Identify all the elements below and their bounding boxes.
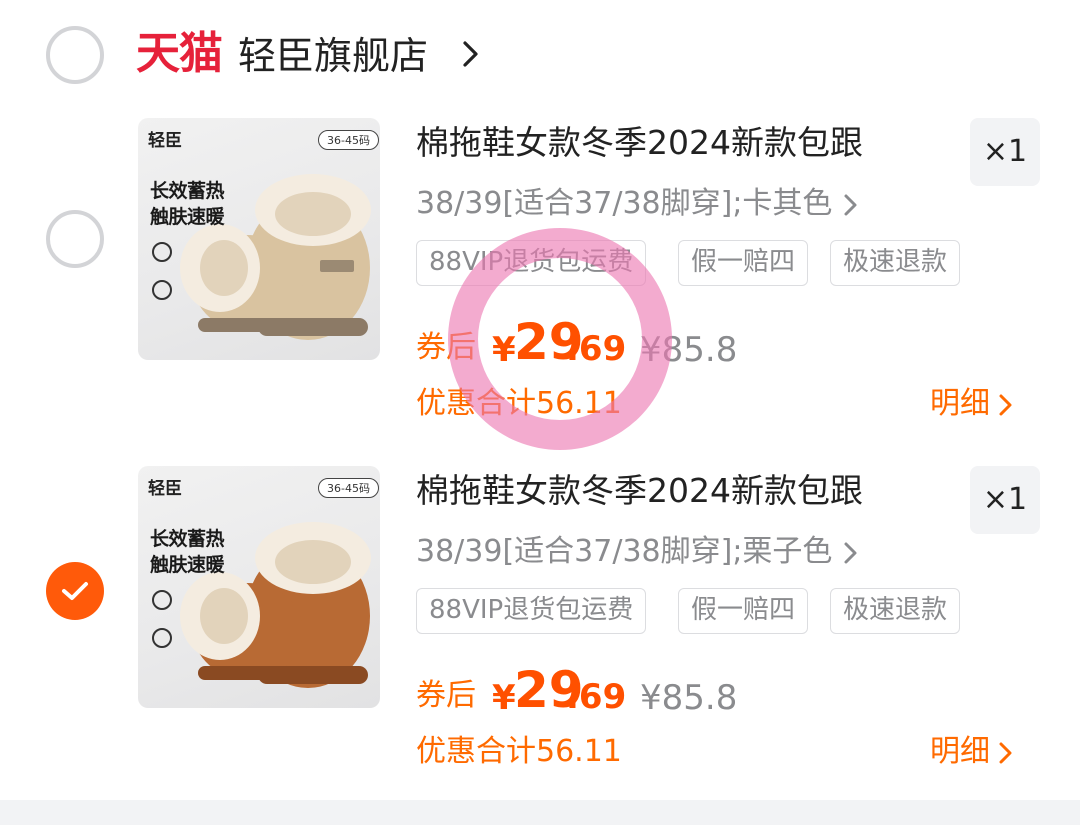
chevron-right-icon[interactable] [454,36,490,72]
sku-selector[interactable]: 38/39[适合37/38脚穿];卡其色 [416,182,862,226]
sku-text: 38/39[适合37/38脚穿];栗子色 [416,534,833,569]
thumb-size-badge: 36-45码 [318,478,379,498]
service-tag: 极速退款 [830,240,961,286]
shop-name-link[interactable]: 轻臣旗舰店 [238,28,428,84]
checkmark-icon [62,582,88,600]
item-select-radio[interactable] [46,210,104,268]
sku-selector[interactable]: 38/39[适合37/38脚穿];栗子色 [416,530,862,574]
price-decimal: .69 [566,677,627,717]
thumb-tagline: 触肤速暖 [150,206,225,228]
shop-select-radio[interactable] [46,26,104,84]
price-label: 券后 [416,330,476,365]
chevron-right-icon [844,542,857,563]
product-title[interactable]: 棉拖鞋女款冬季2024新款包跟 [416,118,863,168]
original-price: ¥85.8 [640,678,738,718]
product-thumbnail[interactable]: 轻臣 36-45码 长效蓄热 触肤速暖 [138,466,380,708]
service-tag: 88VIP退货包运费 [416,240,647,286]
thumb-brand: 轻臣 [148,479,182,499]
slipper-illustration [152,174,371,340]
service-tag: 假一赔四 [678,588,809,634]
cart-item: 轻臣 36-45码 长效蓄热 触肤速暖 棉拖鞋女款冬季2024新款包跟 ×1 3… [0,118,1080,458]
original-price: ¥85.8 [640,330,738,370]
price-decimal: .69 [566,329,627,369]
detail-label: 明细 [930,386,990,421]
price-currency: ¥ [492,678,516,718]
chevron-right-icon [844,194,857,215]
service-tag: 极速退款 [830,588,961,634]
quantity-button[interactable]: ×1 [970,118,1040,186]
price-currency: ¥ [492,330,516,370]
chevron-right-icon [999,742,1012,763]
thumb-tagline: 触肤速暖 [150,554,225,576]
quantity-button[interactable]: ×1 [970,466,1040,534]
price-label: 券后 [416,678,476,713]
item-select-radio[interactable] [46,562,104,620]
detail-link[interactable]: 明细 [930,382,1016,426]
slipper-illustration [152,522,371,688]
detail-label: 明细 [930,734,990,769]
cart-shop-card: 天猫 轻臣旗舰店 轻臣 36-45码 长效蓄热 触肤速暖 棉拖鞋女款冬季2024… [0,0,1080,800]
sku-text: 38/39[适合37/38脚穿];卡其色 [416,186,833,221]
thumb-tagline: 长效蓄热 [150,528,225,550]
product-title[interactable]: 棉拖鞋女款冬季2024新款包跟 [416,466,863,516]
service-tag: 88VIP退货包运费 [416,588,647,634]
thumb-brand: 轻臣 [148,131,182,151]
discount-total: 优惠合计56.11 [416,734,622,769]
chevron-right-icon [999,394,1012,415]
cart-item: 轻臣 36-45码 长效蓄热 触肤速暖 棉拖鞋女款冬季2024新款包跟 ×1 3… [0,466,1080,806]
thumb-size-badge: 36-45码 [318,130,379,150]
discount-total: 优惠合计56.11 [416,386,622,421]
thumb-tagline: 长效蓄热 [150,180,225,202]
service-tag: 假一赔四 [678,240,809,286]
detail-link[interactable]: 明细 [930,730,1016,774]
product-thumbnail[interactable]: 轻臣 36-45码 长效蓄热 触肤速暖 [138,118,380,360]
tmall-logo: 天猫 [136,28,223,79]
